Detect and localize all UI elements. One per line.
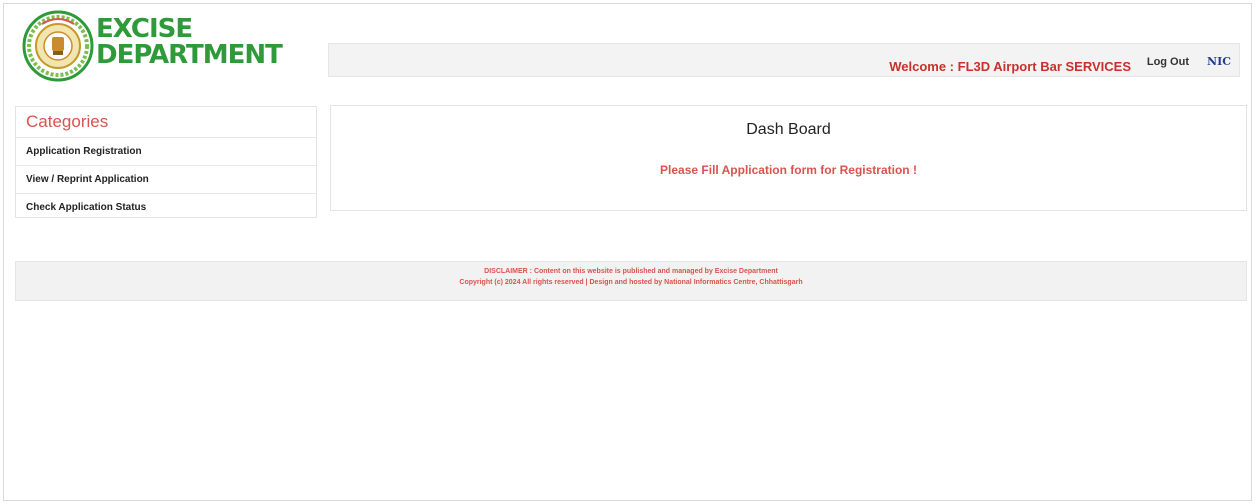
state-emblem-icon [22,10,94,82]
nic-link[interactable]: NIC [1207,55,1231,68]
categories-sidebar: Categories Application Registration View… [15,106,317,218]
dashboard-panel: Dash Board Please Fill Application form … [330,105,1247,211]
sidebar-item-view-reprint-application[interactable]: View / Reprint Application [16,166,316,194]
logo-line-1: EXCISE [96,14,193,44]
logo-text: EXCISE DEPARTMENT [96,14,283,70]
sidebar-item-application-registration[interactable]: Application Registration [16,138,316,166]
copyright-text: Copyright (c) 2024 All rights reserved |… [459,279,803,286]
disclaimer-text: DISCLAIMER : Content on this website is … [484,268,778,275]
page-title: Dash Board [746,121,831,138]
excise-logo[interactable]: EXCISE DEPARTMENT [18,10,283,82]
logout-link[interactable]: Log Out [1147,56,1189,68]
welcome-text: Welcome : FL3D Airport Bar SERVICES [889,59,1131,74]
sidebar-title: Categories [16,107,316,138]
footer: DISCLAIMER : Content on this website is … [15,261,1247,301]
sidebar-item-check-application-status[interactable]: Check Application Status [16,194,316,221]
registration-message: Please Fill Application form for Registr… [660,163,917,177]
top-bar: Welcome : FL3D Airport Bar SERVICES Log … [328,43,1240,77]
logo-line-2: DEPARTMENT [96,40,283,70]
